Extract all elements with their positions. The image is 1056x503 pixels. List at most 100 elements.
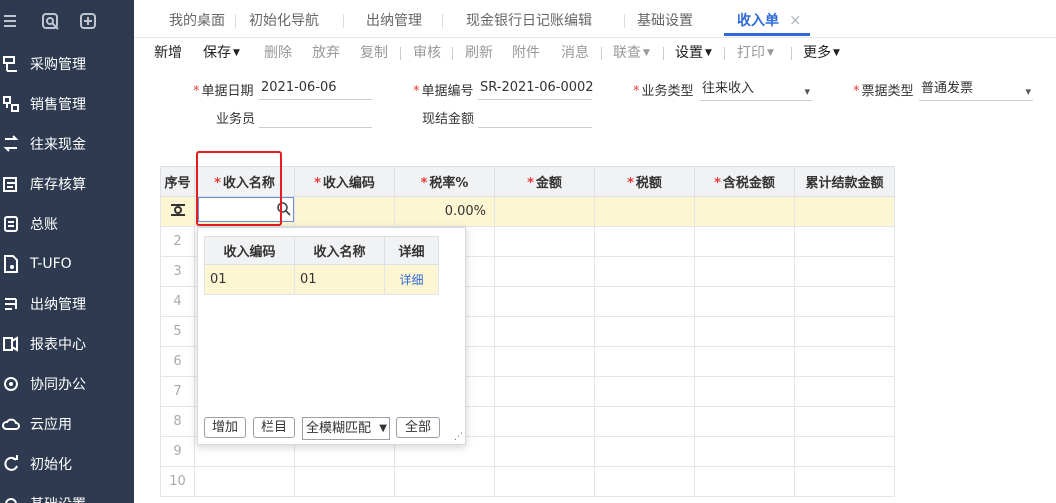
resize-grip-icon[interactable]: ⋰	[454, 432, 463, 442]
match-mode-select[interactable]: 全模糊匹配 ▼	[302, 417, 390, 440]
grid-cell[interactable]	[794, 376, 895, 407]
new-button[interactable]: 新增	[154, 42, 182, 62]
grid-cell[interactable]	[794, 466, 895, 497]
menu-icon[interactable]	[4, 13, 20, 29]
grid-cell[interactable]	[794, 226, 895, 257]
sidebar-item-t-ufo[interactable]: T-UFO	[0, 244, 134, 284]
grid-cell[interactable]	[794, 406, 895, 437]
grid-cell[interactable]	[494, 286, 595, 317]
grid-cell[interactable]	[494, 346, 595, 377]
grid-cell[interactable]	[494, 406, 595, 437]
grid-cell[interactable]	[594, 196, 695, 227]
settings-button[interactable]: 设置 ▼	[675, 42, 712, 62]
sidebar-item-purchase[interactable]: 采购管理	[0, 44, 134, 84]
sidebar-item-cloud[interactable]: 云应用	[0, 404, 134, 444]
grid-cell[interactable]	[594, 256, 695, 287]
message-button[interactable]: 消息	[561, 42, 589, 62]
sidebar-item-cashier[interactable]: 出纳管理	[0, 284, 134, 324]
grid-cell[interactable]	[694, 346, 795, 377]
grid-cell[interactable]	[594, 376, 695, 407]
tab-income-voucher[interactable]: 收入单 ×	[737, 10, 802, 32]
salesman-field[interactable]	[259, 106, 372, 128]
grid-cell[interactable]	[494, 256, 595, 287]
add-app-icon[interactable]	[80, 13, 96, 29]
grid-cell[interactable]	[794, 346, 895, 377]
biz-type-select[interactable]: 往来收入 ▾	[700, 79, 812, 101]
grid-cell[interactable]	[594, 436, 695, 467]
sidebar-item-report-center[interactable]: 报表中心	[0, 324, 134, 364]
col-header-accum-payment[interactable]: 累计结款金额	[794, 166, 895, 197]
col-header-amount[interactable]: * 金额	[494, 166, 595, 197]
delete-button[interactable]: 删除	[264, 42, 292, 62]
grid-cell[interactable]	[694, 376, 795, 407]
grid-cell[interactable]	[494, 226, 595, 257]
grid-cell[interactable]	[594, 406, 695, 437]
grid-cell[interactable]	[794, 436, 895, 467]
lookup-row[interactable]: 01 01 详细	[204, 264, 439, 295]
invoice-type-select[interactable]: 普通发票 ▾	[919, 79, 1033, 101]
grid-cell[interactable]	[694, 316, 795, 347]
grid-cell[interactable]	[394, 466, 495, 497]
tab-cashier[interactable]: 出纳管理	[366, 10, 422, 32]
sidebar-item-cash-flow[interactable]: 往来现金	[0, 124, 134, 164]
gear-icon[interactable]	[170, 203, 186, 217]
date-field[interactable]: 2021-06-06	[259, 78, 372, 100]
detail-link[interactable]: 详细	[384, 264, 439, 295]
grid-cell[interactable]	[694, 196, 795, 227]
close-icon[interactable]: ×	[789, 11, 802, 29]
number-field[interactable]: SR-2021-06-0002	[478, 78, 594, 100]
more-button[interactable]: 更多 ▼	[803, 42, 840, 62]
grid-cell[interactable]	[494, 466, 595, 497]
tab-init-navigation[interactable]: 初始化导航	[249, 10, 319, 32]
grid-cell[interactable]	[694, 256, 795, 287]
grid-cell[interactable]	[694, 286, 795, 317]
col-header-tax-incl-amount[interactable]: * 含税金额	[694, 166, 795, 197]
col-header-tax-rate[interactable]: * 税率%	[394, 166, 495, 197]
grid-cell[interactable]	[694, 406, 795, 437]
sidebar-item-settings[interactable]: 基础设置	[0, 484, 134, 503]
grid-cell[interactable]	[494, 376, 595, 407]
col-header-tax[interactable]: * 税额	[594, 166, 695, 197]
grid-cell[interactable]	[594, 316, 695, 347]
grid-cell[interactable]	[694, 436, 795, 467]
sidebar-item-sales[interactable]: 销售管理	[0, 84, 134, 124]
grid-cell[interactable]	[694, 226, 795, 257]
refresh-button[interactable]: 刷新	[465, 42, 493, 62]
grid-cell[interactable]	[794, 196, 895, 227]
grid-cell[interactable]	[294, 196, 395, 227]
discard-button[interactable]: 放弃	[312, 42, 340, 62]
all-button[interactable]: 全部	[396, 417, 440, 438]
grid-cell[interactable]	[494, 316, 595, 347]
tab-basic-settings[interactable]: 基础设置	[637, 10, 693, 32]
grid-cell[interactable]	[494, 196, 595, 227]
grid-cell[interactable]	[794, 286, 895, 317]
print-button[interactable]: 打印 ▼	[737, 42, 774, 62]
attachment-button[interactable]: 附件	[512, 42, 540, 62]
tax-rate-cell[interactable]: 0.00%	[394, 196, 495, 227]
columns-button[interactable]: 栏目	[253, 417, 295, 438]
copy-button[interactable]: 复制	[360, 42, 388, 62]
grid-cell[interactable]	[594, 226, 695, 257]
audit-button[interactable]: 审核	[413, 42, 441, 62]
row-settings-cell[interactable]	[160, 196, 195, 227]
col-header-income-code[interactable]: * 收入编码	[294, 166, 395, 197]
grid-cell[interactable]	[794, 256, 895, 287]
sidebar-item-ledger[interactable]: 总账	[0, 204, 134, 244]
cash-amount-field[interactable]	[478, 106, 592, 128]
add-button[interactable]: 增加	[204, 417, 246, 438]
grid-cell[interactable]	[194, 466, 295, 497]
grid-cell[interactable]	[594, 286, 695, 317]
grid-cell[interactable]	[694, 466, 795, 497]
sidebar-item-init[interactable]: 初始化	[0, 444, 134, 484]
grid-cell[interactable]	[494, 436, 595, 467]
linked-query-button[interactable]: 联查 ▼	[613, 42, 650, 62]
grid-cell[interactable]	[594, 346, 695, 377]
grid-cell[interactable]	[294, 466, 395, 497]
lookup-code-cell[interactable]: 01	[204, 264, 295, 295]
search-app-icon[interactable]	[42, 13, 59, 30]
tab-cash-bank-journal[interactable]: 现金银行日记账编辑	[466, 10, 592, 32]
table-row[interactable]: 10	[160, 466, 895, 497]
save-button[interactable]: 保存 ▼	[203, 42, 240, 62]
sidebar-item-collaboration[interactable]: 协同办公	[0, 364, 134, 404]
grid-cell[interactable]	[794, 316, 895, 347]
